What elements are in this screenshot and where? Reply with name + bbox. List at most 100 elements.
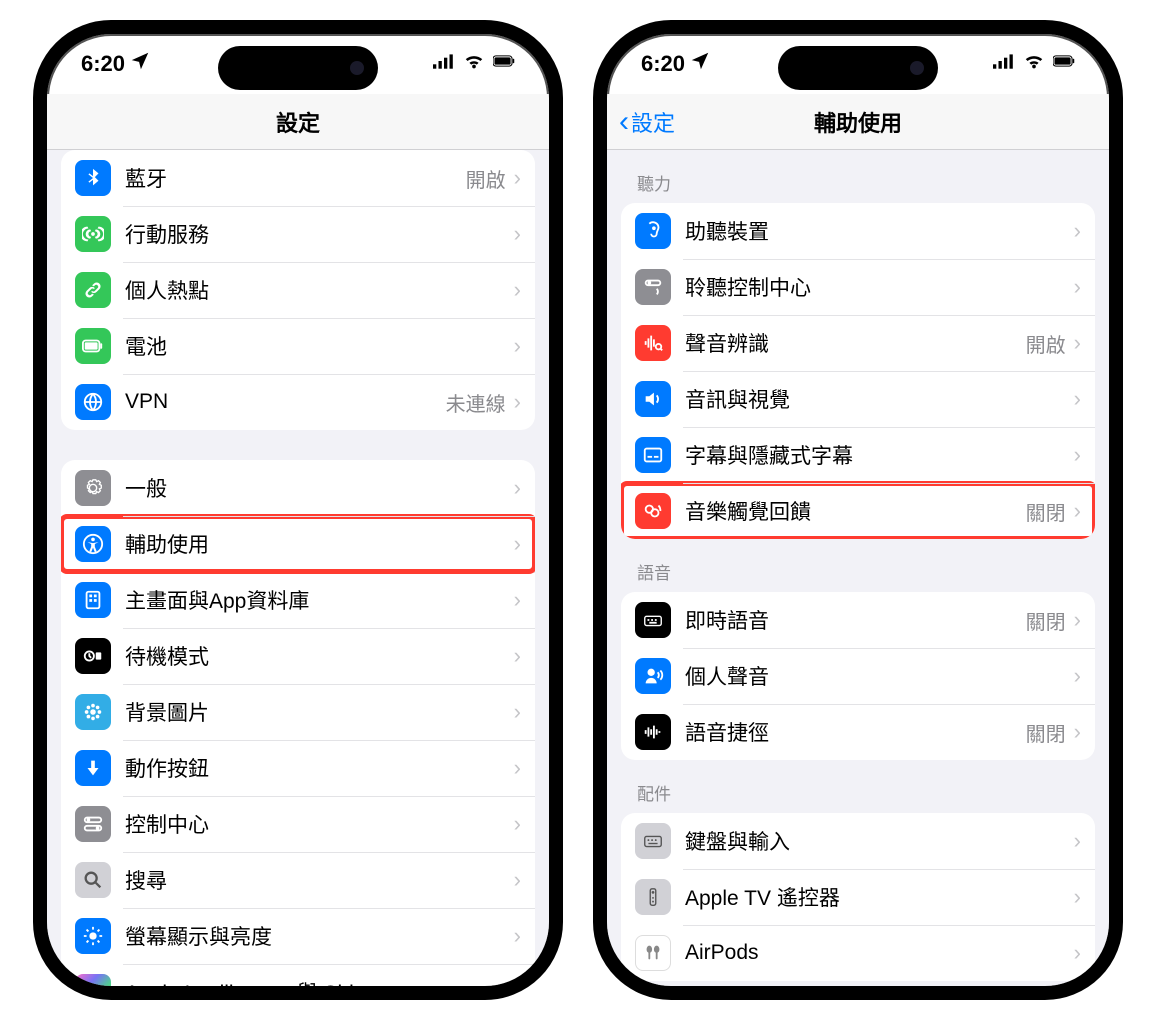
chevron-right-icon: › <box>1074 218 1081 244</box>
row-label: 音樂觸覺回饋 <box>685 496 1026 526</box>
section-header: 聽力 <box>621 150 1095 203</box>
home-icon <box>75 582 111 618</box>
row-label: Apple TV 遙控器 <box>685 882 1074 912</box>
settings-row[interactable]: 音樂觸覺回饋關閉› <box>621 483 1095 539</box>
haptic-icon <box>635 493 671 529</box>
row-label: 搜尋 <box>125 865 514 895</box>
settings-list[interactable]: 藍牙開啟›行動服務›個人熱點›電池›VPN未連線›一般›輔助使用›主畫面與App… <box>47 150 549 986</box>
row-label: 鍵盤與輸入 <box>685 826 1074 856</box>
action-icon <box>75 750 111 786</box>
row-label: 字幕與隱藏式字幕 <box>685 440 1074 470</box>
settings-row[interactable]: 螢幕顯示與亮度› <box>61 908 535 964</box>
chevron-right-icon: › <box>514 755 521 781</box>
settings-row[interactable]: 電池› <box>61 318 535 374</box>
settings-row[interactable]: 輔助使用› <box>61 516 535 572</box>
keyboard2-icon <box>635 823 671 859</box>
settings-row[interactable]: 一般› <box>61 460 535 516</box>
settings-row[interactable]: 音訊與視覺› <box>621 371 1095 427</box>
dynamic-island <box>218 46 378 90</box>
row-value: 關閉 <box>1026 606 1066 635</box>
chevron-right-icon: › <box>514 811 521 837</box>
settings-row[interactable]: 主畫面與App資料庫› <box>61 572 535 628</box>
chevron-right-icon: › <box>1074 386 1081 412</box>
phone-right: 6:20 ‹ 設定 輔助使用 聽力助聽裝置›聆聽控制中心›聲音辨識開啟›音訊與視… <box>593 20 1123 1000</box>
settings-row[interactable]: 聆聽控制中心› <box>621 259 1095 315</box>
chevron-right-icon: › <box>1074 663 1081 689</box>
settings-group: 藍牙開啟›行動服務›個人熱點›電池›VPN未連線› <box>61 150 535 430</box>
chevron-right-icon: › <box>1074 719 1081 745</box>
row-label: 一般 <box>125 473 514 503</box>
settings-group: 一般›輔助使用›主畫面與App資料庫›待機模式›背景圖片›動作按鈕›控制中心›搜… <box>61 460 535 986</box>
airpods-icon <box>635 935 671 971</box>
settings-row[interactable]: 動作按鈕› <box>61 740 535 796</box>
status-time: 6:20 <box>641 51 685 77</box>
settings-row[interactable]: 聲音辨識開啟› <box>621 315 1095 371</box>
settings-group: 即時語音關閉›個人聲音›語音捷徑關閉› <box>621 592 1095 760</box>
settings-row[interactable]: 語音捷徑關閉› <box>621 704 1095 760</box>
back-label: 設定 <box>631 106 675 138</box>
row-label: 控制中心 <box>125 809 514 839</box>
chevron-right-icon: › <box>514 699 521 725</box>
settings-row[interactable]: 個人熱點› <box>61 262 535 318</box>
settings-row[interactable]: 字幕與隱藏式字幕› <box>621 427 1095 483</box>
chevron-right-icon: › <box>1074 884 1081 910</box>
settings-row[interactable]: 搜尋› <box>61 852 535 908</box>
settings-row[interactable]: VPN未連線› <box>61 374 535 430</box>
chevron-right-icon: › <box>514 389 521 415</box>
chevron-right-icon: › <box>514 923 521 949</box>
chevron-right-icon: › <box>1074 828 1081 854</box>
settings-row[interactable]: 鍵盤與輸入› <box>621 813 1095 869</box>
settings-row[interactable]: AirPods› <box>621 925 1095 981</box>
back-button[interactable]: ‹ 設定 <box>619 106 675 138</box>
ear-icon <box>635 213 671 249</box>
wifi-icon <box>463 50 485 78</box>
wallpaper-icon <box>75 694 111 730</box>
row-label: 輔助使用 <box>125 529 514 559</box>
search-icon <box>75 862 111 898</box>
row-label: VPN <box>125 390 446 414</box>
nav-bar: ‹ 設定 輔助使用 <box>607 94 1109 150</box>
section-header: 語音 <box>621 539 1095 592</box>
row-label: 背景圖片 <box>125 697 514 727</box>
remote-icon <box>635 879 671 915</box>
bluetooth-icon <box>75 160 111 196</box>
chevron-right-icon: › <box>514 475 521 501</box>
siri-icon <box>75 974 111 986</box>
settings-row[interactable]: 控制中心› <box>61 796 535 852</box>
settings-row[interactable]: Apple TV 遙控器› <box>621 869 1095 925</box>
accessibility-list[interactable]: 聽力助聽裝置›聆聽控制中心›聲音辨識開啟›音訊與視覺›字幕與隱藏式字幕›音樂觸覺… <box>607 150 1109 986</box>
row-label: Apple Intelligence 與 Siri <box>125 977 514 986</box>
chevron-right-icon: › <box>514 979 521 986</box>
row-label: AirPods <box>685 941 1074 965</box>
brightness-icon <box>75 918 111 954</box>
row-label: 助聽裝置 <box>685 216 1074 246</box>
chevron-right-icon: › <box>1074 330 1081 356</box>
row-label: 電池 <box>125 331 514 361</box>
settings-row[interactable]: 即時語音關閉› <box>621 592 1095 648</box>
wifi-icon <box>1023 50 1045 78</box>
settings-group: 助聽裝置›聆聽控制中心›聲音辨識開啟›音訊與視覺›字幕與隱藏式字幕›音樂觸覺回饋… <box>621 203 1095 539</box>
chevron-right-icon: › <box>514 867 521 893</box>
settings-row[interactable]: 背景圖片› <box>61 684 535 740</box>
row-label: 待機模式 <box>125 641 514 671</box>
row-label: 聆聽控制中心 <box>685 272 1074 302</box>
section-header: 配件 <box>621 760 1095 813</box>
waveform-icon <box>635 714 671 750</box>
settings-row[interactable]: 行動服務› <box>61 206 535 262</box>
battery-icon <box>493 50 515 78</box>
nav-title: 設定 <box>276 106 320 138</box>
settings-row[interactable]: Apple Intelligence 與 Siri› <box>61 964 535 986</box>
subtitle-icon <box>635 437 671 473</box>
row-label: 藍牙 <box>125 163 466 193</box>
chevron-right-icon: › <box>514 531 521 557</box>
settings-row[interactable]: 待機模式› <box>61 628 535 684</box>
voice-icon <box>635 658 671 694</box>
sound-rec-icon <box>635 325 671 361</box>
chevron-right-icon: › <box>514 221 521 247</box>
settings-row[interactable]: 藍牙開啟› <box>61 150 535 206</box>
chevron-right-icon: › <box>1074 442 1081 468</box>
row-label: 即時語音 <box>685 605 1026 635</box>
row-label: 行動服務 <box>125 219 514 249</box>
settings-row[interactable]: 個人聲音› <box>621 648 1095 704</box>
settings-row[interactable]: 助聽裝置› <box>621 203 1095 259</box>
